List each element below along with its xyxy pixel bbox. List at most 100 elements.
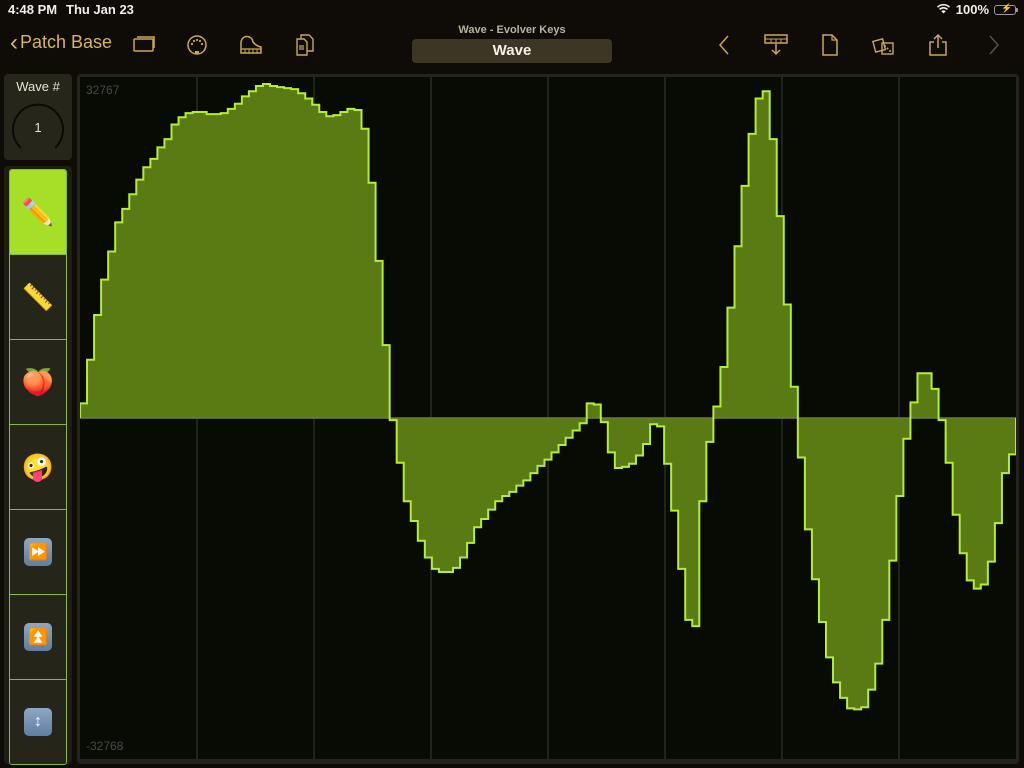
wave-sample[interactable] [825,417,834,658]
wave-sample[interactable] [354,109,363,418]
wave-sample[interactable] [727,307,735,418]
wave-sample[interactable] [607,417,616,453]
wave-sample[interactable] [192,112,201,418]
new-document-icon[interactable] [817,33,843,57]
wave-sample[interactable] [467,417,475,543]
back-button[interactable]: ‹ Patch Base [10,30,112,54]
tool-zany-random[interactable]: 🤪 [10,425,66,510]
wave-sample[interactable] [502,417,510,497]
piano-icon[interactable] [238,33,264,57]
wave-sample[interactable] [509,417,517,492]
wave-sample[interactable] [488,417,496,510]
wave-sample[interactable] [720,367,728,418]
wave-sample[interactable] [178,117,187,418]
wave-sample[interactable] [171,124,180,418]
wave-sample[interactable] [854,417,862,710]
wave-sample[interactable] [143,167,151,418]
wave-sample[interactable] [861,417,869,708]
tool-peach-smooth[interactable]: 🍑 [10,340,66,425]
wave-sample[interactable] [347,108,355,418]
wave-sample[interactable] [262,83,271,418]
wave-sample[interactable] [966,417,975,581]
wave-sample[interactable] [80,403,88,418]
tool-scale-up[interactable]: ⏫ [10,595,66,680]
tool-fast-forward-shift[interactable]: ⏩ [10,510,66,595]
wave-sample[interactable] [312,104,320,418]
wave-sample[interactable] [431,417,440,569]
wave-sample[interactable] [741,185,750,418]
wave-sample[interactable] [671,417,679,511]
wave-sample[interactable] [734,246,743,418]
wave-sample[interactable] [952,417,961,515]
wave-sample[interactable] [410,417,419,522]
wave-sample[interactable] [621,417,630,467]
copy-document-icon[interactable] [292,33,318,57]
wave-sample[interactable] [804,417,813,530]
wave-sample[interactable] [277,87,285,418]
wave-sample[interactable] [438,417,447,573]
wave-sample[interactable] [1008,417,1016,455]
wave-sample[interactable] [87,359,95,418]
wave-sample[interactable] [910,402,918,418]
wave-sample[interactable] [474,417,482,528]
tool-normalize[interactable]: ↕ [10,680,66,764]
wave-sample[interactable] [241,96,250,418]
wave-sample[interactable] [678,417,686,569]
wave-sample[interactable] [305,98,313,418]
wave-sample[interactable] [284,88,292,418]
wave-sample[interactable] [959,417,968,554]
wave-sample[interactable] [255,86,264,418]
wave-sample[interactable] [108,251,116,418]
wave-sample[interactable] [298,93,306,418]
wave-sample[interactable] [157,147,165,418]
wave-sample[interactable] [199,112,208,418]
wave-sample[interactable] [94,314,102,418]
wave-sample[interactable] [115,222,123,418]
wave-sample[interactable] [748,133,757,418]
wave-sample[interactable] [460,417,468,558]
wave-sample[interactable] [811,417,820,580]
wave-sample[interactable] [206,114,215,418]
wave-sample[interactable] [762,91,771,418]
wave-sample[interactable] [917,373,926,418]
wave-sample[interactable] [818,417,827,622]
wave-sample[interactable] [452,417,461,568]
wave-sample[interactable] [797,417,806,458]
wave-sample[interactable] [333,115,341,418]
wave-sample[interactable] [326,116,334,418]
wave-sample[interactable] [340,112,348,418]
wave-sample[interactable] [833,417,841,683]
wave-sample[interactable] [129,194,137,418]
wave-sample[interactable] [523,417,531,481]
wave-sample[interactable] [973,417,982,589]
wave-sample[interactable] [847,417,855,709]
wave-sample[interactable] [586,403,595,418]
tool-ruler-line[interactable]: 📏 [10,255,66,340]
patch-name-field[interactable]: Wave [412,39,612,63]
wave-sample[interactable] [227,108,236,418]
wave-sample[interactable] [657,417,665,427]
tool-pencil[interactable]: ✏️ [10,170,66,255]
wave-sample[interactable] [150,158,158,418]
wave-sample[interactable] [185,113,194,418]
wave-sample[interactable] [396,417,405,463]
wave-sample[interactable] [213,114,222,418]
wave-sample[interactable] [664,417,672,464]
wave-sample[interactable] [685,417,693,620]
share-icon[interactable] [925,33,951,57]
wave-sample[interactable] [840,417,848,698]
wave-sample[interactable] [291,89,299,418]
wave-sample[interactable] [424,417,433,558]
next-chevron-icon[interactable] [980,33,1006,57]
randomize-dice-icon[interactable] [871,33,897,57]
waveform-plot[interactable] [80,77,1016,759]
wave-sample[interactable] [713,406,721,418]
wave-sample[interactable] [248,91,257,418]
wave-sample[interactable] [136,179,144,418]
wave-sample[interactable] [220,113,229,418]
wave-number-control[interactable]: Wave # 1 [4,74,72,160]
wave-sample[interactable] [614,417,623,468]
wave-sample[interactable] [101,279,109,418]
wave-sample[interactable] [234,103,243,418]
wave-sample[interactable] [755,98,764,418]
